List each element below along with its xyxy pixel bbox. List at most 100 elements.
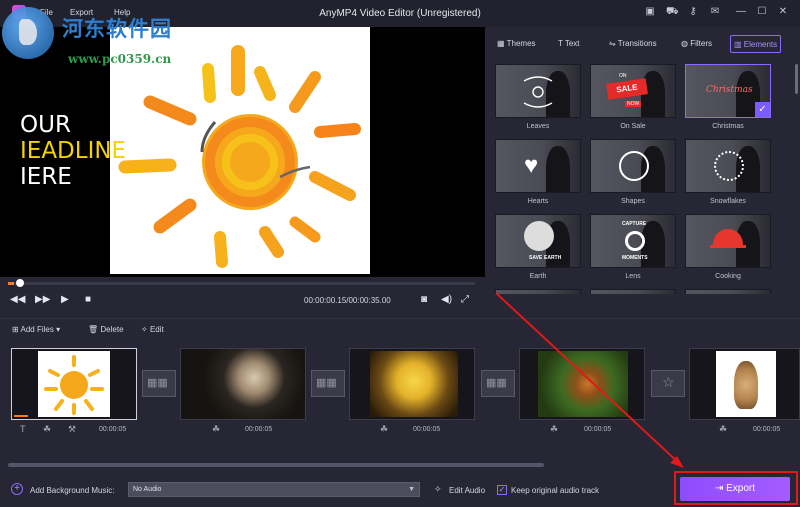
- element-label: Lens: [625, 273, 641, 280]
- element-label: Snowflakes: [710, 198, 746, 205]
- watermark-url: www.pc0359.cn: [68, 52, 172, 66]
- effect-tabs: ▦ Themes T Text ⇋ Transitions ◍ Filters …: [490, 35, 793, 55]
- transitions-icon: ⇋: [609, 39, 618, 48]
- filter-icon[interactable]: ☘: [43, 424, 51, 435]
- feedback-icon[interactable]: ✉: [709, 6, 721, 18]
- element-thumb-leaves[interactable]: [495, 64, 581, 118]
- element-thumb-snowflakes[interactable]: [685, 139, 771, 193]
- element-thumb-christmas[interactable]: Christmas ✓: [685, 64, 771, 118]
- element-label: Shapes: [621, 198, 645, 205]
- transition-slot[interactable]: ☆: [651, 370, 685, 397]
- edit-button[interactable]: ✧ Edit: [141, 325, 164, 334]
- element-label: On Sale: [620, 123, 646, 130]
- filter-icon[interactable]: ☘: [380, 424, 388, 435]
- christmas-label: Christmas: [706, 85, 753, 95]
- tab-themes-label: Themes: [506, 39, 536, 48]
- transition-slot[interactable]: ▦▦: [311, 370, 345, 397]
- selected-check-icon: ✓: [755, 102, 770, 117]
- close-icon[interactable]: ✕: [777, 6, 789, 18]
- text-icon: T: [558, 39, 565, 48]
- circle-shape-icon: [619, 151, 649, 181]
- add-files-button[interactable]: ⊞ Add Files ▾: [12, 325, 60, 334]
- fullscreen-icon[interactable]: ⤢: [461, 294, 469, 306]
- element-label: Christmas: [712, 123, 744, 130]
- clip-duration: 00:00:05: [753, 426, 781, 433]
- tab-elements-label: Elements: [743, 40, 778, 49]
- element-thumb-on-sale[interactable]: SALE ON NOW: [590, 64, 676, 118]
- cart-icon[interactable]: ⛟: [666, 6, 679, 18]
- playback-progress-handle[interactable]: [16, 279, 24, 287]
- filter-icon[interactable]: ☘: [550, 424, 558, 435]
- delete-label: Delete: [100, 325, 124, 334]
- add-music-icon[interactable]: +: [11, 483, 23, 495]
- element-thumb-partial[interactable]: [590, 289, 676, 294]
- tab-filters[interactable]: ◍ Filters: [681, 35, 712, 53]
- lens-icon: [625, 231, 645, 251]
- export-button[interactable]: ⇥ Export: [680, 477, 790, 501]
- thumb-silhouette: [546, 146, 570, 192]
- clip-thumbnail: [538, 351, 628, 417]
- volume-icon[interactable]: ◀): [441, 294, 452, 306]
- film-icon: ▦▦: [486, 377, 507, 389]
- transition-slot[interactable]: ▦▦: [481, 370, 515, 397]
- transition-slot[interactable]: ▦▦: [142, 370, 176, 397]
- element-thumb-lens[interactable]: CAPTURE MOMENTS: [590, 214, 676, 268]
- clip-duckling[interactable]: [349, 348, 475, 420]
- filters-icon: ◍: [681, 39, 691, 48]
- watermark-text: 河东软件园: [62, 16, 172, 41]
- tab-transitions[interactable]: ⇋ Transitions: [609, 35, 657, 53]
- tab-filters-label: Filters: [690, 39, 712, 48]
- element-thumb-shapes[interactable]: [590, 139, 676, 193]
- export-icon: ⇥: [714, 483, 727, 494]
- clip-kitten[interactable]: [180, 348, 306, 420]
- text-icon[interactable]: T: [20, 424, 26, 434]
- key-icon[interactable]: ⚷: [687, 6, 699, 18]
- keep-audio-checkbox[interactable]: ✓: [497, 485, 507, 495]
- playback-progress-track[interactable]: [8, 282, 475, 285]
- keep-audio-label: Keep original audio track: [511, 486, 600, 495]
- minimize-icon[interactable]: —: [735, 6, 747, 18]
- cheetah-figure: [734, 361, 758, 409]
- watermark-logo: [2, 7, 54, 59]
- sale-now-label: NOW: [625, 101, 642, 107]
- elements-scrollbar[interactable]: [795, 64, 798, 94]
- timeline-scrollbar[interactable]: [8, 463, 544, 467]
- clip-duration: 00:00:05: [413, 426, 441, 433]
- maximize-icon[interactable]: ☐: [756, 6, 768, 18]
- film-icon: ▦▦: [147, 377, 168, 389]
- element-label: Cooking: [715, 273, 741, 280]
- clip-duration: 00:00:05: [245, 426, 273, 433]
- clip-squirrel[interactable]: [519, 348, 645, 420]
- element-thumb-hearts[interactable]: ♥: [495, 139, 581, 193]
- clip-progress: [14, 415, 28, 417]
- edit-audio-icon[interactable]: ✧: [434, 484, 442, 495]
- bg-music-select[interactable]: No Audio ▼: [128, 482, 420, 497]
- delete-button[interactable]: 🗑 Delete: [88, 325, 124, 334]
- element-thumb-earth[interactable]: SAVE EARTH: [495, 214, 581, 268]
- headline-text: OUR IEADLINE IERE: [20, 112, 126, 190]
- play-icon[interactable]: ▶: [61, 294, 69, 306]
- rewind-icon[interactable]: ◀◀: [10, 294, 25, 306]
- clip-duration: 00:00:05: [584, 426, 612, 433]
- edit-audio-button[interactable]: Edit Audio: [449, 486, 485, 495]
- tab-themes[interactable]: ▦ Themes: [497, 35, 536, 53]
- stop-icon[interactable]: ■: [85, 294, 91, 306]
- lens-capture-label: CAPTURE: [622, 221, 647, 227]
- tab-text[interactable]: T Text: [558, 35, 580, 53]
- fast-forward-icon[interactable]: ▶▶: [35, 294, 50, 306]
- element-label: Hearts: [527, 198, 549, 205]
- sale-on-label: ON: [619, 73, 627, 79]
- element-thumb-partial[interactable]: [495, 289, 581, 294]
- tab-elements[interactable]: ▥ Elements: [730, 35, 782, 53]
- filter-icon[interactable]: ☘: [212, 424, 220, 435]
- clip-thumbnail: [716, 351, 776, 417]
- clip-sun[interactable]: [11, 348, 137, 420]
- element-thumb-partial[interactable]: [685, 289, 771, 294]
- filter-icon[interactable]: ☘: [719, 424, 727, 435]
- brush-icon[interactable]: ⚒: [68, 424, 76, 435]
- snapshot-icon[interactable]: ◙: [421, 294, 427, 306]
- element-thumb-cooking[interactable]: [685, 214, 771, 268]
- clip-cheetah[interactable]: [689, 348, 800, 420]
- save-icon[interactable]: ▣: [644, 6, 656, 18]
- trash-icon: 🗑: [88, 325, 101, 334]
